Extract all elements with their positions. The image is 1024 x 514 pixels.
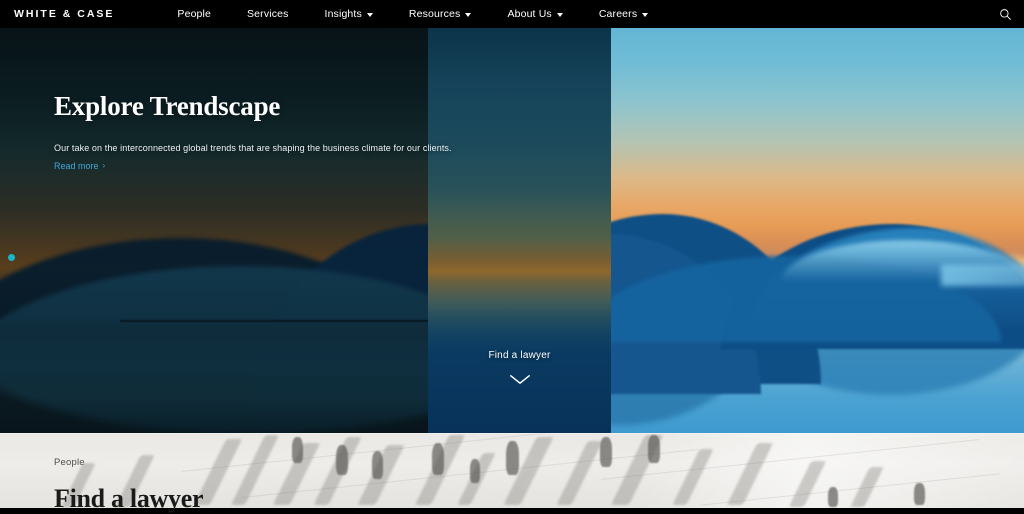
chevron-down-icon	[366, 13, 373, 17]
pedestrian-figure	[648, 435, 660, 463]
pedestrian-figure	[828, 487, 838, 507]
top-navigation-bar: WHITE & CASE People Services Insights Re…	[0, 0, 1024, 28]
nav-item-label: People	[177, 8, 212, 20]
hero-panel-left	[0, 28, 428, 433]
dune-tail	[941, 264, 1024, 286]
pedestrian-shadow	[556, 441, 603, 505]
chevron-down-icon	[556, 13, 563, 17]
read-more-label: Read more	[54, 160, 99, 171]
pedestrian-figure	[336, 445, 348, 475]
nav-item-people[interactable]: People	[159, 8, 229, 20]
nav-item-careers[interactable]: Careers	[581, 8, 666, 20]
chevron-down-icon	[465, 13, 472, 17]
section-title: Find a lawyer	[54, 484, 204, 513]
find-a-lawyer-copy-block: People Find a lawyer	[54, 457, 204, 514]
nav-item-about-us[interactable]: About Us	[489, 8, 580, 20]
chevron-right-icon: ›	[102, 160, 106, 170]
search-button[interactable]	[995, 4, 1015, 24]
hero-carousel: Explore Trendscape Our take on the inter…	[0, 28, 1024, 433]
nav-item-services[interactable]: Services	[229, 8, 306, 20]
site-logo[interactable]: WHITE & CASE	[14, 8, 114, 20]
pedestrian-figure	[432, 443, 444, 475]
pedestrian-shadow	[850, 467, 884, 507]
search-icon	[999, 8, 1011, 20]
pedestrian-shadow	[788, 461, 827, 507]
nav-item-resources[interactable]: Resources	[391, 8, 490, 20]
nav-item-label: Resources	[408, 8, 461, 20]
primary-nav-list: People Services Insights Resources About…	[159, 8, 666, 20]
hero-title: Explore Trendscape	[54, 91, 281, 121]
nav-item-label: Services	[247, 8, 289, 20]
pedestrian-figure	[914, 483, 925, 505]
read-more-link[interactable]: Read more ›	[54, 161, 105, 171]
nav-item-label: Insights	[324, 8, 362, 20]
pedestrian-figure	[292, 437, 303, 463]
section-eyebrow: People	[54, 457, 85, 468]
chevron-down-icon	[642, 13, 649, 17]
pedestrian-shadow	[672, 449, 714, 505]
chevron-down-icon	[509, 375, 530, 384]
pedestrian-figure	[372, 451, 383, 479]
find-a-lawyer-label: Find a lawyer	[488, 350, 551, 361]
pedestrian-figure	[600, 437, 612, 467]
hero-panel-right	[611, 28, 1024, 433]
hero-bottom-divider	[0, 433, 1024, 434]
nav-item-insights[interactable]: Insights	[307, 8, 391, 20]
pedestrian-figure	[506, 441, 519, 475]
find-a-lawyer-scroll-cue[interactable]: Find a lawyer	[428, 28, 611, 433]
hero-subtitle: Our take on the interconnected global tr…	[54, 143, 452, 154]
carousel-indicator-dot[interactable]	[8, 254, 15, 261]
nav-item-label: About Us	[507, 8, 552, 20]
nav-item-label: Careers	[598, 8, 638, 20]
pedestrian-shadow	[726, 443, 774, 505]
hero-overlay-left	[0, 28, 428, 433]
hero-copy-block: Explore Trendscape Our take on the inter…	[54, 91, 484, 174]
pedestrian-figure	[470, 459, 480, 483]
